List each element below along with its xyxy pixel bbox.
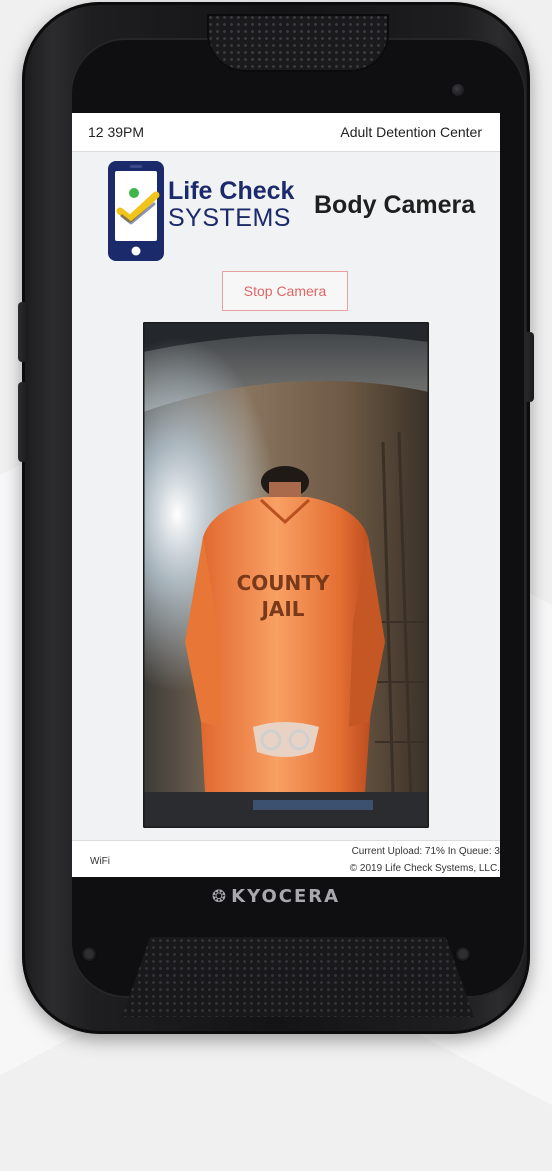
side-button: [18, 382, 28, 462]
front-camera: [452, 84, 464, 96]
app-screen: 12 39PM Adult Detention Center Life Chec…: [72, 113, 500, 877]
screw-icon: [456, 947, 470, 961]
phone-checkmark-icon: [108, 161, 164, 261]
page-title: Body Camera: [314, 191, 476, 219]
copyright-text: © 2019 Life Check Systems, LLC.: [349, 863, 500, 874]
brand-label: KYOCERA: [231, 886, 341, 907]
app-footer: WiFi Current Upload: 71% In Queue: 3 © 2…: [72, 840, 500, 877]
status-time: 12 39PM: [88, 124, 145, 140]
kyocera-logo-icon: ❂: [211, 887, 229, 907]
volume-button: [18, 302, 28, 362]
upload-status: Current Upload: 71% In Queue: 3: [351, 846, 500, 857]
screw-icon: [82, 947, 96, 961]
device-brand: ❂ KYOCERA: [0, 886, 552, 907]
uniform-text-jail: JAIL: [259, 597, 304, 621]
earpiece-speaker: [207, 14, 389, 72]
camera-feed: COUNTY JAIL: [143, 322, 429, 828]
facility-name: Adult Detention Center: [340, 124, 482, 140]
logo-text-secondary: SYSTEMS: [168, 204, 291, 232]
logo-text-primary: Life Check: [168, 177, 295, 205]
company-logo: Life Check SYSTEMS: [106, 159, 295, 263]
connection-status: WiFi: [90, 856, 110, 867]
uniform-text-county: COUNTY: [237, 571, 330, 595]
status-bar: 12 39PM Adult Detention Center: [72, 113, 500, 152]
bottom-speaker-grille: [122, 937, 474, 1017]
camera-feed-image: COUNTY JAIL: [143, 322, 429, 828]
stop-camera-button[interactable]: Stop Camera: [222, 271, 348, 311]
